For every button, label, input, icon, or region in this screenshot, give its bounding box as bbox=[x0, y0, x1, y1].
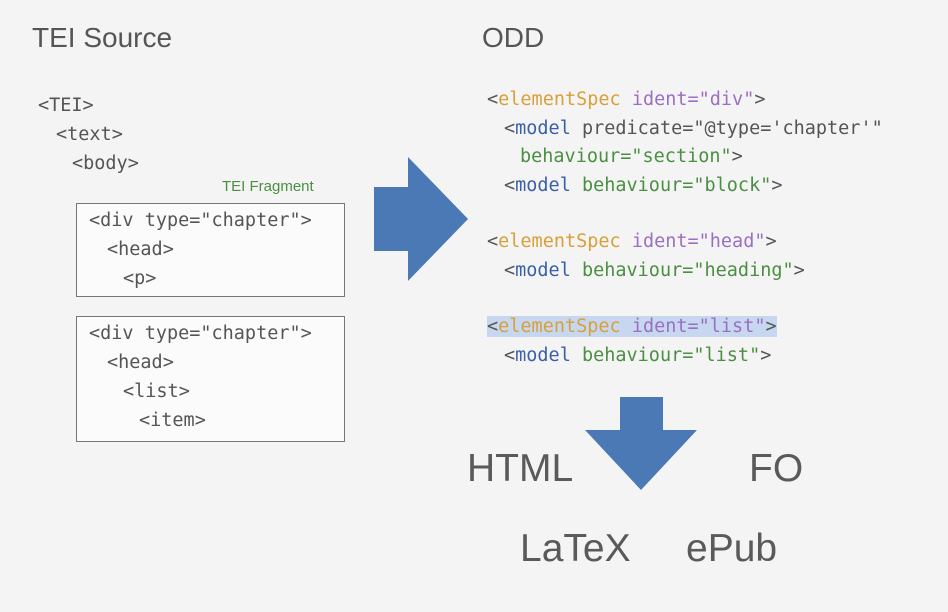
odd-model-head-heading: <model behaviour="heading"> bbox=[504, 260, 805, 281]
output-latex: LaTeX bbox=[520, 527, 631, 570]
down-arrow-icon bbox=[585, 397, 697, 490]
odd-spec-head: <elementSpec ident="head"> bbox=[487, 231, 777, 252]
odd-model-div-block: <model behaviour="block"> bbox=[504, 175, 783, 196]
output-html: HTML bbox=[467, 447, 574, 490]
arrows-layer bbox=[374, 157, 697, 490]
output-fo: FO bbox=[749, 447, 804, 490]
odd-spec-list: <elementSpec ident="list"> bbox=[487, 316, 777, 337]
output-epub: ePub bbox=[686, 527, 778, 570]
odd-spec-div: <elementSpec ident="div"> bbox=[487, 89, 766, 110]
odd-model-div-section: <model predicate="@type='chapter'" bbox=[504, 118, 883, 139]
odd-model-list-list: <model behaviour="list"> bbox=[504, 345, 772, 366]
odd-model-div-section-behaviour: behaviour="section"> bbox=[520, 146, 743, 167]
right-arrow-icon bbox=[374, 157, 468, 281]
